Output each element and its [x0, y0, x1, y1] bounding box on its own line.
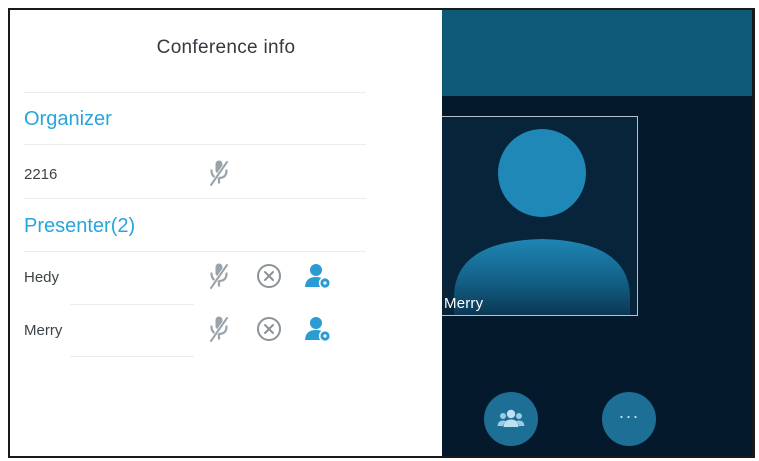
row-divider — [70, 304, 194, 305]
section-divider — [24, 144, 366, 145]
section-divider — [24, 251, 366, 252]
member-name: 2216 — [24, 166, 58, 183]
panel-title: Conference info — [156, 37, 296, 58]
video-header-bar — [442, 10, 752, 96]
participant-video-tile[interactable]: Merry — [442, 116, 638, 316]
people-group-icon — [497, 409, 525, 427]
member-name: Hedy — [24, 269, 60, 286]
remove-circle-icon[interactable] — [256, 263, 282, 289]
conference-info-panel: Conference info Organizer 2216 Presenter… — [10, 10, 442, 456]
participants-button[interactable] — [484, 392, 538, 446]
presenter-settings-icon[interactable] — [304, 315, 332, 343]
mute-microphone-icon[interactable] — [206, 159, 232, 187]
phone-screen: Merry ··· Conference info Organizer 2216 — [8, 8, 755, 458]
section-header-presenter: Presenter(2) — [24, 215, 136, 237]
remove-circle-icon[interactable] — [256, 316, 282, 342]
avatar-silhouette-icon — [454, 129, 630, 315]
section-header-organizer: Organizer — [24, 108, 112, 130]
more-options-button[interactable]: ··· — [602, 392, 656, 446]
title-divider — [24, 92, 366, 93]
member-name: Merry — [24, 322, 63, 339]
more-dots-icon: ··· — [618, 406, 640, 426]
participant-name-label: Merry — [444, 295, 484, 312]
mute-microphone-icon[interactable] — [206, 262, 232, 290]
row-divider — [70, 356, 194, 357]
mute-microphone-icon[interactable] — [206, 315, 232, 343]
presenter-settings-icon[interactable] — [304, 262, 332, 290]
row-divider — [24, 198, 366, 199]
video-area: Merry ··· — [442, 10, 752, 456]
